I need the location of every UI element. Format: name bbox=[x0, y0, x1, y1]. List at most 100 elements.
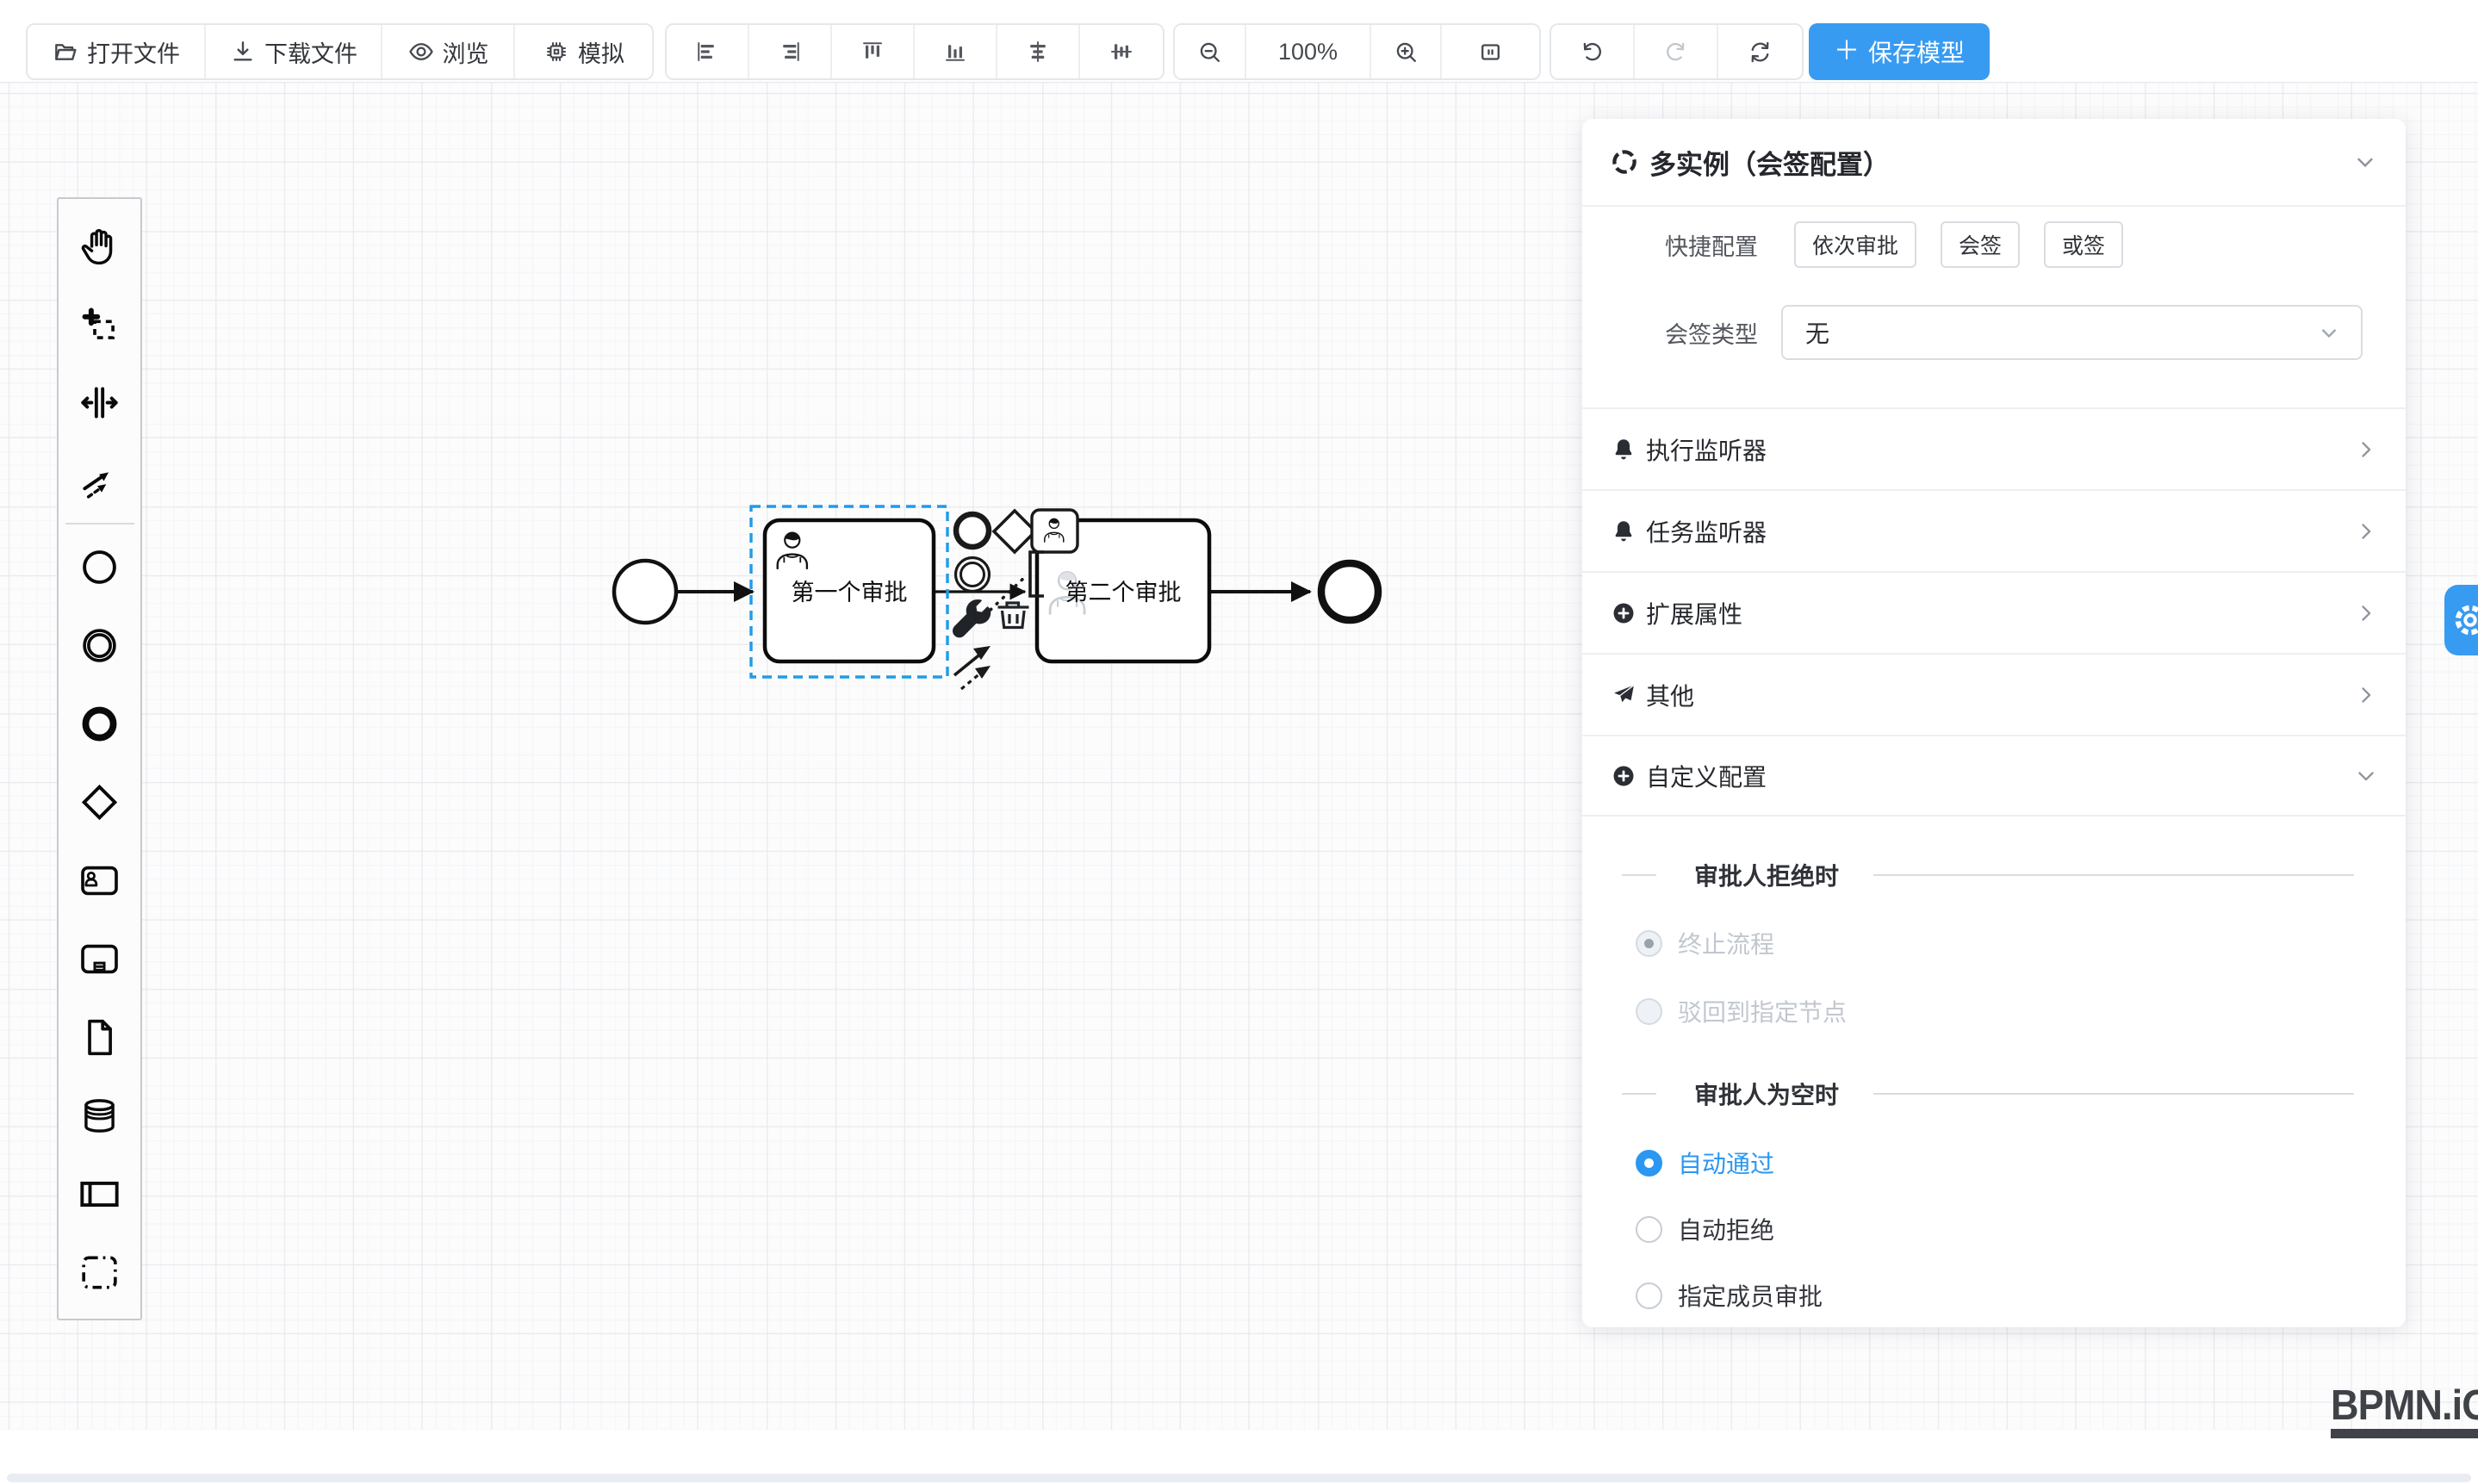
panel-header[interactable]: 多实例（会签配置） bbox=[1582, 119, 2406, 205]
radio-option-自动拒绝[interactable]: 自动拒绝 bbox=[1636, 1206, 1774, 1252]
toolbar-button-align-hcenter[interactable] bbox=[997, 25, 1080, 78]
toolbar-button-reset[interactable] bbox=[1718, 25, 1802, 78]
data-store-icon bbox=[76, 1092, 123, 1139]
toolbar-button-folder-open[interactable]: 打开文件 bbox=[28, 25, 206, 78]
toolbar-button-align-vcenter[interactable] bbox=[1080, 25, 1163, 78]
toolbar: 打开文件下载文件 浏览模拟 100% ＋ 保存模型 bbox=[0, 0, 2478, 82]
section-label: 任务监听器 bbox=[1646, 514, 1767, 549]
zoom-in-icon bbox=[1393, 39, 1419, 65]
toolbar-button-redo[interactable] bbox=[1635, 25, 1718, 78]
palette-subprocess[interactable] bbox=[61, 920, 139, 998]
palette-user-task[interactable] bbox=[61, 841, 139, 920]
palette-separator bbox=[65, 523, 134, 525]
radio-option-指定成员审批[interactable]: 指定成员审批 bbox=[1636, 1272, 1823, 1319]
quick-config-option-0[interactable]: 依次审批 bbox=[1794, 221, 1916, 268]
palette-lasso-tool[interactable] bbox=[61, 285, 139, 363]
radio-label: 自动通过 bbox=[1678, 1146, 1774, 1180]
bell-icon bbox=[1610, 436, 1637, 463]
radio-button[interactable] bbox=[1636, 1282, 1662, 1309]
quick-config-label: 快捷配置 bbox=[1582, 228, 1758, 262]
palette-intermediate-event[interactable] bbox=[61, 606, 139, 685]
toolbar-button-align-top[interactable] bbox=[832, 25, 915, 78]
radio-label: 驳回到指定节点 bbox=[1678, 994, 1847, 1028]
zoom-out-icon bbox=[1196, 39, 1223, 65]
toolbar-button-align-bottom[interactable] bbox=[915, 25, 997, 78]
toolbar-button-align-right[interactable] bbox=[749, 25, 832, 78]
reset-icon bbox=[1747, 39, 1773, 65]
section-扩展属性[interactable]: 扩展属性 bbox=[1582, 571, 2406, 653]
panel-sections: 执行监听器任务监听器扩展属性其他自定义配置 bbox=[1582, 407, 2406, 817]
radio-option-终止流程: 终止流程 bbox=[1636, 920, 1774, 966]
palette-data-object[interactable] bbox=[61, 998, 139, 1077]
reject-group-title: 审批人拒绝时 bbox=[1582, 851, 2406, 899]
chevron-down-icon[interactable] bbox=[2352, 149, 2378, 175]
zoom-in-button[interactable] bbox=[1371, 25, 1442, 78]
toolbar-button-cpu[interactable]: 模拟 bbox=[515, 25, 652, 78]
toolbar-zoom-group: 100% bbox=[1173, 23, 1541, 80]
palette-space-tool[interactable] bbox=[61, 363, 139, 442]
radio-button[interactable] bbox=[1636, 1150, 1662, 1177]
align-vcenter-icon bbox=[1109, 39, 1134, 65]
toolbar-button-eye[interactable]: 浏览 bbox=[382, 25, 515, 78]
horizontal-scrollbar[interactable] bbox=[7, 1474, 2471, 1482]
start-event-icon bbox=[76, 543, 123, 591]
folder-open-icon bbox=[52, 38, 79, 65]
radio-button[interactable] bbox=[1636, 1216, 1662, 1243]
connect-tool-icon bbox=[76, 457, 123, 505]
toolbar-button-label: 浏览 bbox=[443, 35, 489, 69]
radio-button bbox=[1636, 998, 1662, 1025]
align-bottom-icon bbox=[942, 39, 968, 65]
bpmn-io-logo[interactable]: BPMN.iO bbox=[2331, 1384, 2478, 1438]
toolbar-button-align-left[interactable] bbox=[667, 25, 749, 78]
toolbar-button-undo[interactable] bbox=[1551, 25, 1635, 78]
quick-config-option-1[interactable]: 会签 bbox=[1941, 221, 2020, 268]
gateway-icon bbox=[76, 779, 123, 826]
zoom-level-value: 100% bbox=[1278, 39, 1338, 65]
fit-screen-icon bbox=[1477, 39, 1504, 65]
lasso-tool-icon bbox=[76, 301, 123, 348]
align-left-icon bbox=[694, 39, 720, 65]
intermediate-event-icon bbox=[76, 622, 123, 669]
user-task-icon bbox=[76, 857, 123, 904]
group-icon bbox=[76, 1249, 123, 1296]
palette-data-store[interactable] bbox=[61, 1077, 139, 1155]
section-label: 执行监听器 bbox=[1646, 432, 1767, 467]
radio-option-自动通过[interactable]: 自动通过 bbox=[1636, 1139, 1774, 1186]
palette-hand-tool[interactable] bbox=[61, 207, 139, 285]
section-任务监听器[interactable]: 任务监听器 bbox=[1582, 489, 2406, 571]
cpu-icon bbox=[543, 38, 570, 65]
sign-type-select[interactable]: 无 bbox=[1781, 305, 2363, 360]
save-model-button[interactable]: ＋ 保存模型 bbox=[1809, 23, 1990, 80]
section-自定义配置[interactable]: 自定义配置 bbox=[1582, 735, 2406, 817]
palette-participant[interactable] bbox=[61, 1155, 139, 1233]
chevron-down-icon bbox=[2354, 764, 2378, 788]
eye-icon bbox=[407, 38, 435, 65]
zoom-out-button[interactable] bbox=[1175, 25, 1246, 78]
panel-title: 多实例（会签配置） bbox=[1649, 143, 1890, 182]
end-event-icon bbox=[76, 700, 123, 748]
palette-end-event[interactable] bbox=[61, 685, 139, 763]
toolbar-align-group bbox=[665, 23, 1164, 80]
save-model-label: 保存模型 bbox=[1868, 34, 1965, 69]
fit-screen-button[interactable] bbox=[1442, 25, 1539, 78]
section-label: 其他 bbox=[1646, 678, 1694, 712]
quick-config-option-2[interactable]: 或签 bbox=[2044, 221, 2123, 268]
toolbar-button-download[interactable]: 下载文件 bbox=[206, 25, 382, 78]
align-right-icon bbox=[777, 39, 803, 65]
sign-type-value: 无 bbox=[1805, 315, 2316, 350]
quick-config-row: 快捷配置 依次审批会签或签 bbox=[1582, 215, 2406, 274]
palette-connect-tool[interactable] bbox=[61, 442, 139, 520]
data-object-icon bbox=[76, 1014, 123, 1061]
zoom-level[interactable]: 100% bbox=[1246, 25, 1371, 78]
multi-instance-icon bbox=[1610, 147, 1639, 177]
palette-gateway[interactable] bbox=[61, 763, 139, 841]
section-执行监听器[interactable]: 执行监听器 bbox=[1582, 407, 2406, 489]
section-其他[interactable]: 其他 bbox=[1582, 653, 2406, 735]
palette-start-event[interactable] bbox=[61, 528, 139, 606]
subprocess-icon bbox=[76, 935, 123, 983]
toolbar-file-group: 打开文件下载文件 浏览模拟 bbox=[26, 23, 654, 80]
plus-circle-icon bbox=[1610, 762, 1637, 790]
align-top-icon bbox=[860, 39, 885, 65]
palette-group[interactable] bbox=[61, 1233, 139, 1312]
settings-tab[interactable] bbox=[2444, 585, 2478, 655]
